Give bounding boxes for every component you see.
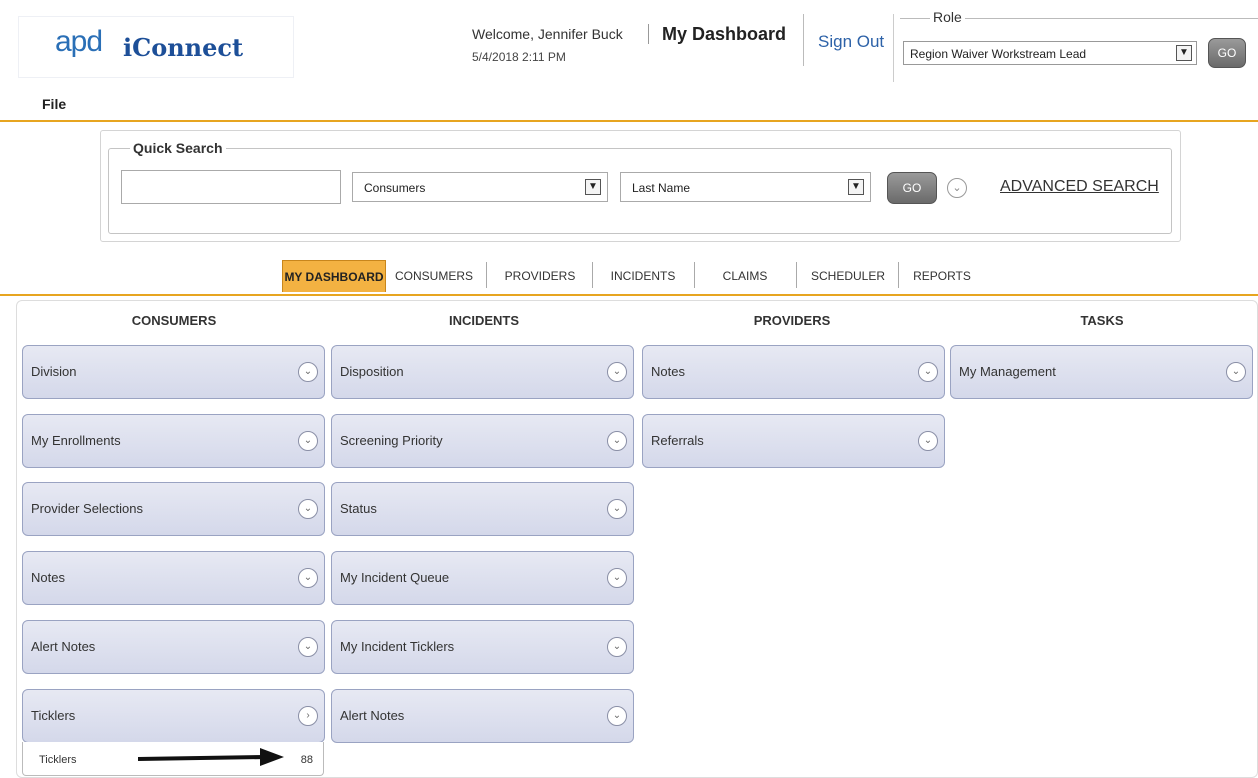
chevron-down-icon[interactable]: ⌄ (298, 431, 318, 451)
widget-providers-referrals[interactable]: Referrals ⌄ (642, 414, 945, 468)
logo-iconnect-text: iConnect (123, 33, 244, 62)
expand-options-icon[interactable]: ⌄ (947, 178, 967, 198)
tab-claims[interactable]: CLAIMS (700, 260, 790, 292)
widget-consumers-notes[interactable]: Notes ⌄ (22, 551, 325, 605)
widget-label: Status (340, 501, 377, 516)
logo-apd-text: apd (55, 25, 103, 58)
widget-label: Provider Selections (31, 501, 143, 516)
tab-divider (694, 262, 695, 288)
quick-search-legend: Quick Search (130, 140, 226, 156)
search-go-button[interactable]: GO (887, 172, 937, 204)
chevron-down-icon[interactable]: ⌄ (298, 568, 318, 588)
search-type-select[interactable]: Consumers ▼ (352, 172, 608, 202)
widget-incidents-disposition[interactable]: Disposition ⌄ (331, 345, 634, 399)
chevron-down-icon[interactable]: ⌄ (1226, 362, 1246, 382)
annotation-arrow-icon (138, 748, 284, 766)
tasks-column-title: TASKS (1080, 313, 1124, 328)
chevron-down-icon[interactable]: ▼ (1176, 45, 1192, 61)
ticklers-row-label: Ticklers (39, 754, 77, 766)
widget-consumers-alert-notes[interactable]: Alert Notes ⌄ (22, 620, 325, 674)
tab-consumers[interactable]: CONSUMERS (388, 260, 480, 292)
widget-label: My Incident Queue (340, 570, 450, 585)
widget-consumers-division[interactable]: Division ⌄ (22, 345, 325, 399)
tab-my-dashboard[interactable]: MY DASHBOARD (282, 260, 386, 292)
page-title: My Dashboard (662, 24, 787, 44)
header-divider (648, 24, 649, 44)
menu-bar: File (0, 90, 1258, 122)
chevron-down-icon[interactable]: ⌄ (607, 499, 627, 519)
widget-consumers-provider-selections[interactable]: Provider Selections ⌄ (22, 482, 325, 536)
header: apd iConnect Welcome, Jennifer Buck 5/4/… (0, 0, 1258, 90)
search-field-value: Last Name (632, 181, 691, 195)
role-go-button[interactable]: GO (1208, 38, 1246, 68)
widget-incidents-my-incident-ticklers[interactable]: My Incident Ticklers ⌄ (331, 620, 634, 674)
chevron-down-icon[interactable]: ⌄ (918, 431, 938, 451)
widget-label: My Enrollments (31, 433, 121, 448)
quick-search-input[interactable] (121, 170, 341, 204)
tab-scheduler[interactable]: SCHEDULER (802, 260, 894, 292)
widget-label: Disposition (340, 364, 404, 379)
role-select-value: Region Waiver Workstream Lead (910, 47, 1087, 61)
widget-consumers-ticklers[interactable]: Ticklers › (22, 689, 325, 743)
incidents-column-title: INCIDENTS (448, 313, 520, 328)
widget-label: Ticklers (31, 708, 76, 723)
welcome-text: Welcome, Jennifer Buck (472, 26, 623, 42)
chevron-right-icon[interactable]: › (298, 706, 318, 726)
header-divider (803, 14, 804, 66)
chevron-down-icon[interactable]: ⌄ (607, 431, 627, 451)
providers-column-title: PROVIDERS (753, 313, 831, 328)
header-divider (893, 14, 894, 82)
widget-label: Screening Priority (340, 433, 443, 448)
role-select[interactable]: Region Waiver Workstream Lead ▼ (903, 41, 1197, 65)
chevron-down-icon[interactable]: ⌄ (298, 637, 318, 657)
chevron-down-icon[interactable]: ▼ (585, 179, 601, 195)
search-type-value: Consumers (364, 181, 426, 195)
search-field-select[interactable]: Last Name ▼ (620, 172, 871, 202)
role-legend: Role (930, 9, 965, 25)
widget-incidents-screening-priority[interactable]: Screening Priority ⌄ (331, 414, 634, 468)
ticklers-count: 88 (300, 754, 313, 766)
tab-reports[interactable]: REPORTS (904, 260, 980, 292)
widget-label: Referrals (651, 433, 704, 448)
tab-providers[interactable]: PROVIDERS (494, 260, 586, 292)
widget-label: Alert Notes (340, 708, 405, 723)
tab-incidents[interactable]: INCIDENTS (598, 260, 688, 292)
widget-label: Division (31, 364, 77, 379)
widget-label: Alert Notes (31, 639, 96, 654)
widget-label: Notes (651, 364, 685, 379)
app-logo[interactable]: apd iConnect (18, 16, 294, 78)
file-menu[interactable]: File (42, 96, 66, 112)
widget-label: Notes (31, 570, 65, 585)
chevron-down-icon[interactable]: ⌄ (607, 568, 627, 588)
widget-label: My Incident Ticklers (340, 639, 455, 654)
widget-label: My Management (959, 364, 1056, 379)
widget-providers-notes[interactable]: Notes ⌄ (642, 345, 945, 399)
chevron-down-icon[interactable]: ⌄ (607, 637, 627, 657)
widget-incidents-status[interactable]: Status ⌄ (331, 482, 634, 536)
chevron-down-icon[interactable]: ⌄ (298, 362, 318, 382)
chevron-down-icon[interactable]: ⌄ (607, 706, 627, 726)
chevron-down-icon[interactable]: ⌄ (298, 499, 318, 519)
tab-divider (592, 262, 593, 288)
tab-divider (796, 262, 797, 288)
chevron-down-icon[interactable]: ▼ (848, 179, 864, 195)
widget-incidents-alert-notes[interactable]: Alert Notes ⌄ (331, 689, 634, 743)
tab-divider (898, 262, 899, 288)
current-datetime: 5/4/2018 2:11 PM (472, 50, 566, 64)
widget-tasks-my-management[interactable]: My Management ⌄ (950, 345, 1253, 399)
chevron-down-icon[interactable]: ⌄ (607, 362, 627, 382)
chevron-down-icon[interactable]: ⌄ (918, 362, 938, 382)
consumers-column-title: CONSUMERS (131, 313, 217, 328)
advanced-search-link[interactable]: ADVANCED SEARCH (1000, 178, 1159, 196)
sign-out-link[interactable]: Sign Out (818, 32, 884, 52)
widget-consumers-my-enrollments[interactable]: My Enrollments ⌄ (22, 414, 325, 468)
widget-incidents-my-incident-queue[interactable]: My Incident Queue ⌄ (331, 551, 634, 605)
tab-divider (486, 262, 487, 288)
